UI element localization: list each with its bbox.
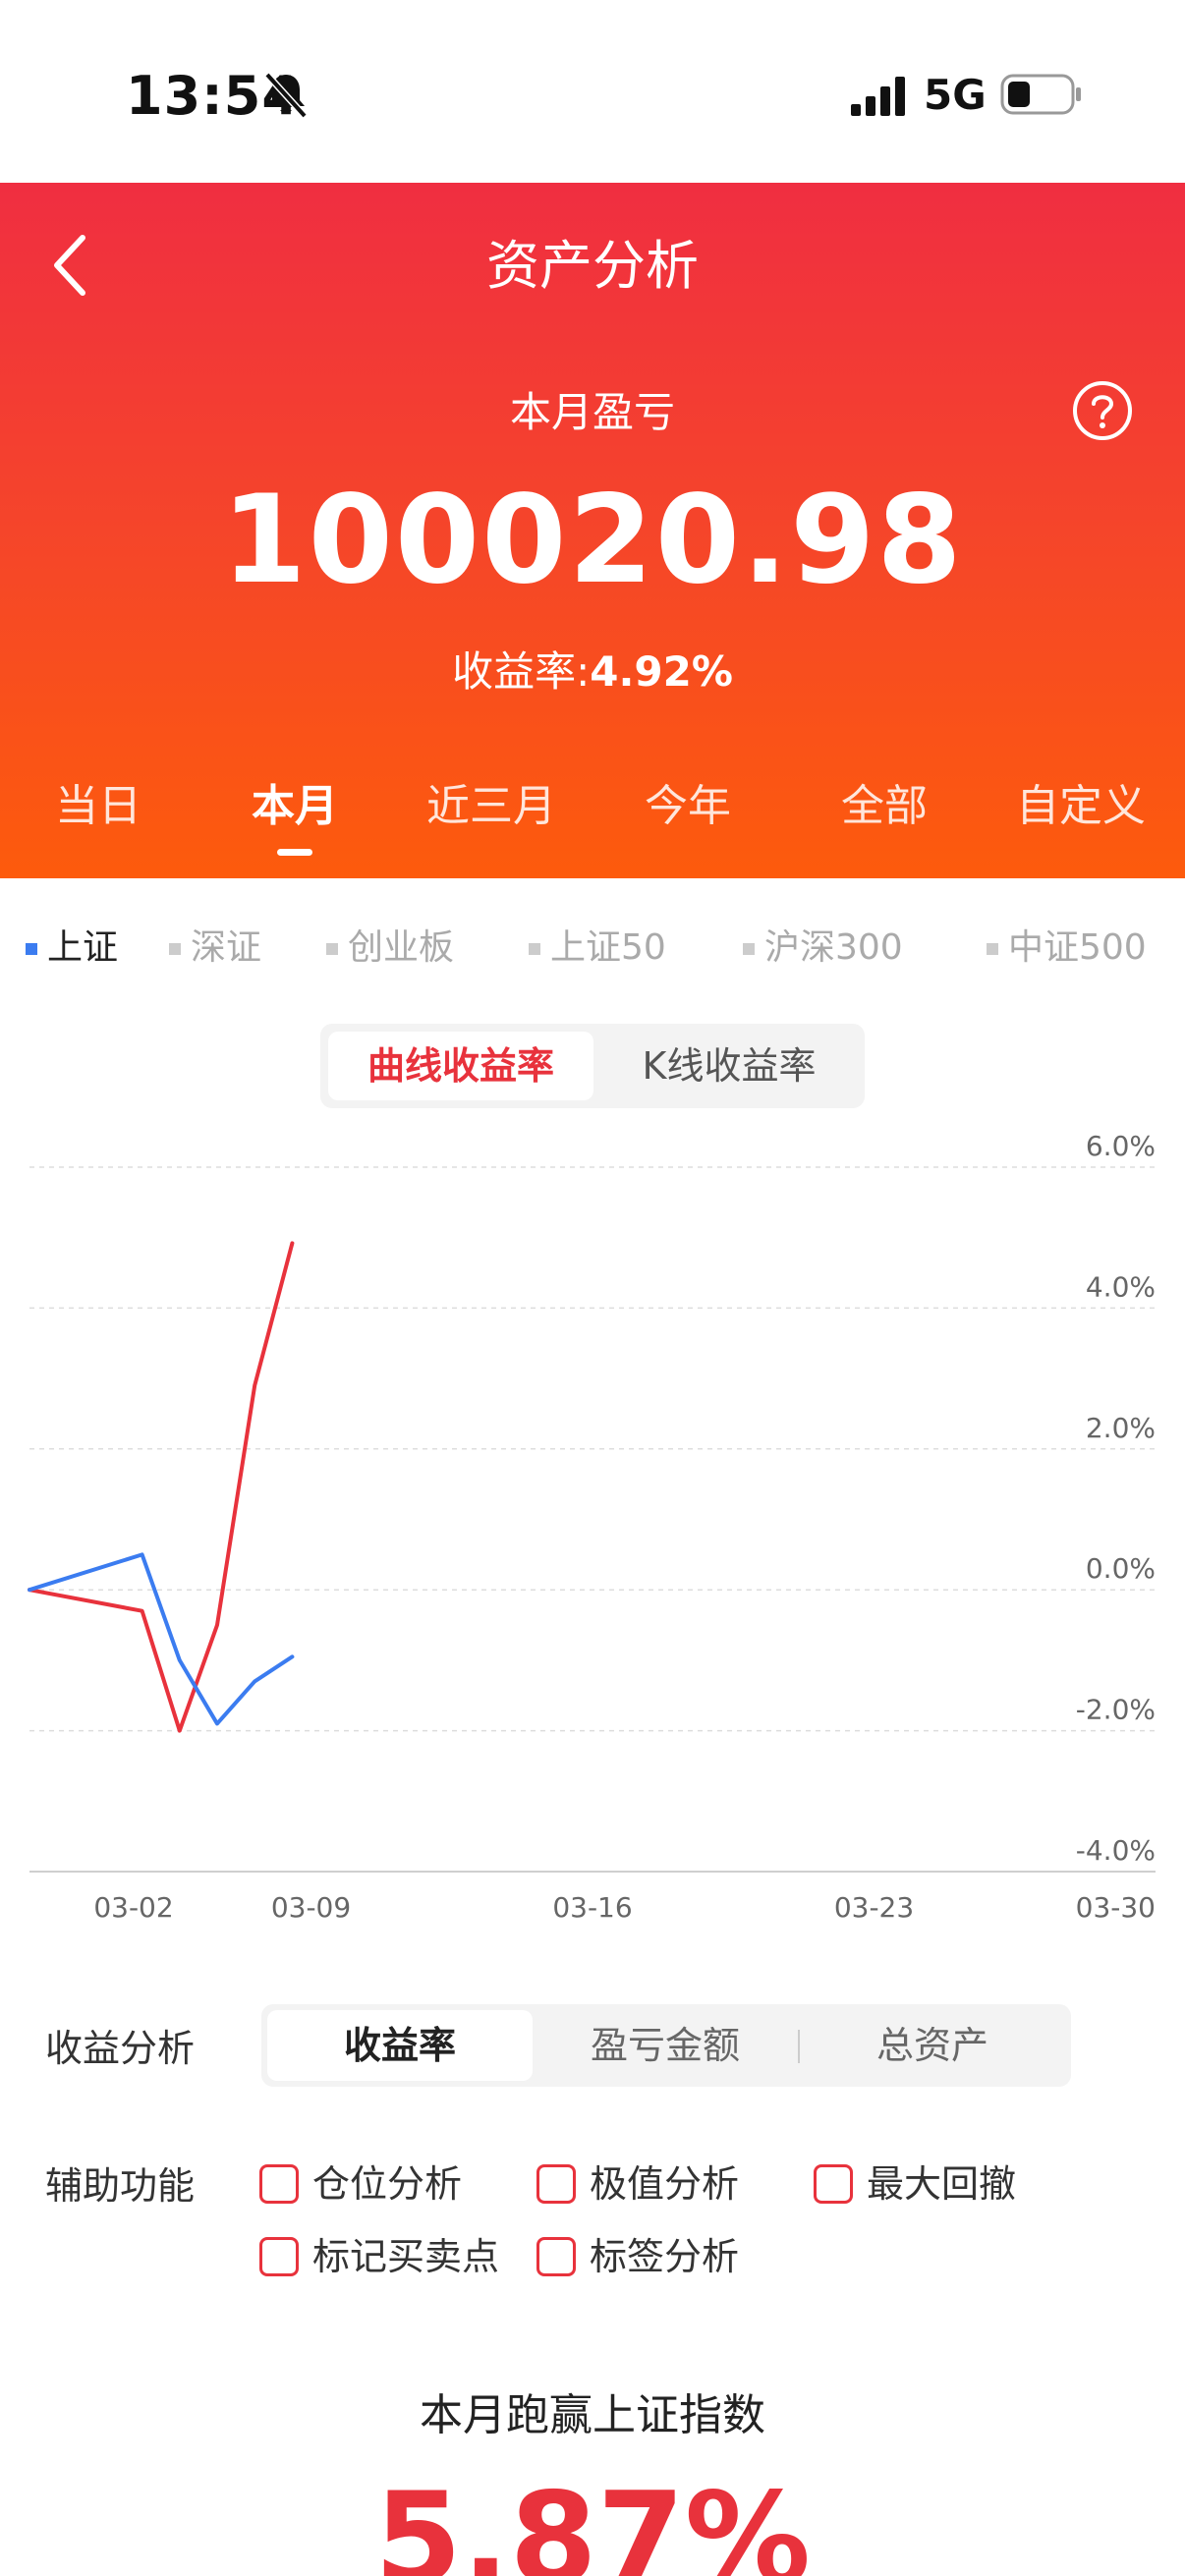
analysis-segments: 收益率 盈亏金额 总资产 (261, 2004, 1071, 2087)
segment-yield[interactable]: 收益率 (267, 2010, 533, 2081)
index-marker (529, 943, 540, 955)
checkbox-label: 标记买卖点 (312, 2235, 500, 2278)
y-tick-label: 6.0% (1086, 1130, 1156, 1162)
chart-type-toggle: 曲线收益率 K线收益率 (320, 1024, 865, 1108)
index-tabs: 上证 深证 创业板 上证50 沪深300 中证500 (0, 919, 1185, 968)
tab-this-month-label: 本月 (252, 781, 338, 831)
tab-today[interactable]: 当日 (0, 770, 197, 833)
toggle-kline-yield[interactable]: K线收益率 (601, 1032, 857, 1100)
series-line (28, 1241, 295, 1733)
checkbox-label: 标签分析 (590, 2235, 740, 2278)
series-line (28, 1552, 295, 1726)
checkbox-box (259, 2163, 299, 2204)
index-tab-label: 沪深300 (764, 927, 903, 968)
x-tick-label: 03-09 (271, 1891, 351, 1924)
index-marker (987, 943, 998, 955)
x-tick-label: 03-02 (93, 1891, 173, 1924)
checkbox-max-drawdown[interactable]: 最大回撤 (814, 2154, 1016, 2208)
segment-total-assets[interactable]: 总资产 (800, 2010, 1065, 2081)
index-tab-shenzhen[interactable]: 深证 (169, 919, 261, 970)
network-label: 5G (924, 71, 987, 119)
checkbox-mark-trades[interactable]: 标记买卖点 (259, 2226, 499, 2280)
checkbox-extreme-analysis[interactable]: 极值分析 (536, 2154, 739, 2208)
y-tick-label: 2.0% (1086, 1412, 1156, 1444)
checkbox-label: 极值分析 (590, 2162, 740, 2206)
yield-line-chart: 6.0% 4.0% 2.0% 0.0% -2.0% -4.0% 03-02 03-09 03-1… (28, 1130, 1156, 1924)
index-tab-chinext[interactable]: 创业板 (326, 919, 454, 970)
asset-header: 资产分析 本月盈亏 100020.98 收益率:4.92% 当日 本月 近三月 … (0, 183, 1185, 878)
index-tab-label: 深证 (191, 927, 262, 968)
tab-three-months[interactable]: 近三月 (393, 770, 590, 833)
pl-label: 本月盈亏 (509, 388, 675, 436)
tab-custom[interactable]: 自定义 (983, 770, 1179, 833)
checkbox-box (536, 2163, 576, 2204)
index-tab-label: 上证 (47, 927, 119, 968)
yield-line: 收益率:4.92% (0, 639, 1185, 699)
index-marker (26, 943, 37, 955)
question-circle-icon[interactable] (1071, 379, 1134, 442)
segment-pl-amount[interactable]: 盈亏金额 (533, 2010, 798, 2081)
index-tab-shanghai[interactable]: 上证 (26, 919, 118, 970)
status-bar: 13:54 5G (0, 0, 1185, 183)
checkbox-label: 仓位分析 (312, 2162, 463, 2206)
battery-icon (1000, 74, 1081, 115)
yield-label: 收益率: (452, 647, 591, 696)
checkbox-label: 最大回撤 (867, 2162, 1017, 2206)
index-marker (326, 943, 338, 955)
signal-icon (851, 77, 905, 116)
checkbox-tag-analysis[interactable]: 标签分析 (536, 2226, 739, 2280)
y-tick-label: 4.0% (1086, 1270, 1156, 1303)
page-title: 资产分析 (486, 235, 699, 297)
checkbox-position-analysis[interactable]: 仓位分析 (259, 2154, 462, 2208)
y-tick-label: -4.0% (1076, 1834, 1156, 1867)
tab-this-year[interactable]: 今年 (590, 770, 786, 833)
x-tick-label: 03-30 (1076, 1891, 1156, 1924)
index-tab-csi500[interactable]: 中证500 (987, 919, 1147, 970)
beat-index-title: 本月跑赢上证指数 (420, 2390, 765, 2440)
y-tick-label: -2.0% (1076, 1694, 1156, 1726)
index-tab-sse50[interactable]: 上证50 (529, 919, 666, 970)
index-marker (169, 943, 181, 955)
index-marker (743, 943, 755, 955)
toggle-curve-yield[interactable]: 曲线收益率 (328, 1032, 593, 1100)
bell-off-icon (264, 72, 308, 119)
y-tick-label: 0.0% (1086, 1552, 1156, 1585)
checkbox-box (259, 2236, 299, 2276)
index-tab-csi300[interactable]: 沪深300 (743, 919, 903, 970)
index-tab-label: 中证500 (1008, 927, 1147, 968)
checkbox-box (814, 2163, 853, 2204)
pl-value: 100020.98 (221, 470, 964, 611)
index-tab-label: 上证50 (550, 927, 666, 968)
x-tick-label: 03-23 (834, 1891, 914, 1924)
tab-underline (277, 849, 312, 856)
period-tabs: 当日 本月 近三月 今年 全部 自定义 (0, 770, 1185, 868)
tab-this-month[interactable]: 本月 (197, 770, 393, 856)
beat-index-value: 5.87% (373, 2466, 812, 2576)
checkbox-box (536, 2236, 576, 2276)
aux-label: 辅助功能 (45, 2164, 196, 2208)
index-tab-label: 创业板 (348, 927, 455, 968)
analysis-label: 收益分析 (45, 2027, 196, 2070)
yield-value: 4.92% (590, 647, 733, 696)
tab-all[interactable]: 全部 (786, 770, 983, 833)
x-tick-label: 03-16 (552, 1891, 632, 1924)
